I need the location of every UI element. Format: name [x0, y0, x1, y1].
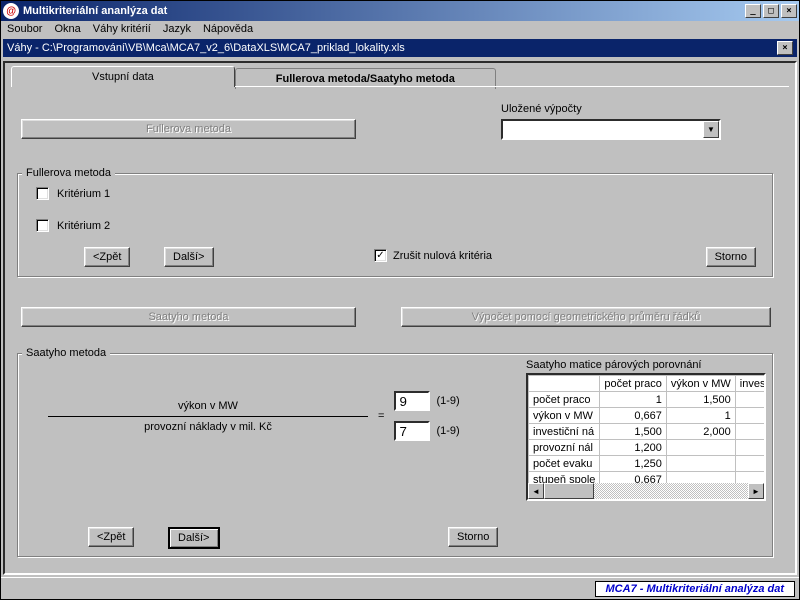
- fuller-storno-button[interactable]: Storno: [706, 247, 756, 267]
- minimize-button[interactable]: _: [745, 4, 761, 18]
- saaty-value2-input[interactable]: [394, 421, 430, 441]
- table-row: počet evaku1,250: [529, 456, 767, 472]
- matrix-label: Saatyho matice párových porovnání: [526, 359, 702, 371]
- saaty-value1-input[interactable]: [394, 391, 430, 411]
- table-row: počet praco11,5000,667: [529, 392, 767, 408]
- geom-prumer-button[interactable]: Výpočet pomocí geometrického průměru řád…: [401, 307, 771, 327]
- close-button[interactable]: ×: [781, 4, 797, 18]
- range1-label: (1-9): [436, 395, 459, 407]
- window-title: Multikriteriální ananlýza dat: [23, 5, 743, 17]
- saatyho-metoda-button[interactable]: Saatyho metoda: [21, 307, 356, 327]
- col-1: počet praco: [600, 376, 666, 392]
- maximize-button[interactable]: □: [763, 4, 779, 18]
- table-row: provozní nál1,200: [529, 440, 767, 456]
- saved-combobox[interactable]: ▼: [501, 119, 721, 140]
- tab-strip: Vstupní data Fullerova metoda/Saatyho me…: [11, 65, 789, 86]
- app-icon: @: [3, 3, 19, 19]
- saaty-denominator: provozní náklady v mil. Kč: [144, 421, 272, 433]
- scroll-left-icon[interactable]: ◄: [528, 483, 544, 499]
- table-row: investiční ná1,5002,0001: [529, 424, 767, 440]
- zrusit-nulova-checkbox[interactable]: ✓: [374, 249, 387, 262]
- zrusit-nulova-label: Zrušit nulová kritéria: [393, 250, 492, 262]
- scroll-thumb[interactable]: [544, 483, 594, 499]
- col-3: investiční n: [735, 376, 766, 392]
- saaty-fraction: výkon v MW provozní náklady v mil. Kč: [48, 400, 368, 433]
- saaty-back-button[interactable]: <Zpět: [88, 527, 134, 547]
- tab-vstupni-data[interactable]: Vstupní data: [11, 66, 235, 87]
- mdi-close-button[interactable]: ×: [777, 41, 793, 55]
- chevron-down-icon[interactable]: ▼: [703, 121, 719, 138]
- saved-label: Uložené výpočty: [501, 103, 582, 115]
- fullerova-metoda-button[interactable]: Fullerova metoda: [21, 119, 356, 139]
- client-area: Vstupní data Fullerova metoda/Saatyho me…: [3, 61, 797, 575]
- menu-soubor[interactable]: Soubor: [7, 23, 42, 35]
- mdi-child-title: Váhy - C:\Programování\VB\Mca\MCA7_v2_6\…: [7, 42, 775, 54]
- fuller-back-button[interactable]: <Zpět: [84, 247, 130, 267]
- saaty-matrix-grid[interactable]: počet praco výkon v MW investiční n poče…: [526, 373, 766, 501]
- col-blank: [529, 376, 600, 392]
- fuller-next-button[interactable]: Další>: [164, 247, 214, 267]
- menu-jazyk[interactable]: Jazyk: [163, 23, 191, 35]
- kriterium2-checkbox[interactable]: [36, 219, 49, 232]
- col-2: výkon v MW: [666, 376, 735, 392]
- saaty-numerator: výkon v MW: [178, 400, 238, 412]
- menubar: Soubor Okna Váhy kritérií Jazyk Nápověda: [1, 21, 799, 37]
- saaty-storno-button[interactable]: Storno: [448, 527, 498, 547]
- grid-scroll-horizontal[interactable]: ◄ ►: [528, 483, 764, 499]
- equals-sign: =: [378, 410, 384, 422]
- kriterium1-checkbox[interactable]: [36, 187, 49, 200]
- saaty-next-button[interactable]: Další>: [168, 527, 220, 549]
- mdi-child-titlebar: Váhy - C:\Programování\VB\Mca\MCA7_v2_6\…: [3, 39, 797, 57]
- fullerova-legend: Fullerova metoda: [22, 167, 115, 179]
- tab-body: Fullerova metoda Uložené výpočty ▼ Fulle…: [11, 86, 789, 568]
- saatyho-group: Saatyho metoda výkon v MW provozní nákla…: [17, 347, 773, 557]
- kriterium1-label: Kritérium 1: [57, 188, 110, 200]
- range2-label: (1-9): [436, 425, 459, 437]
- fullerova-group: Fullerova metoda Kritérium 1 Kritérium 2…: [17, 167, 773, 277]
- kriterium2-label: Kritérium 2: [57, 220, 110, 232]
- titlebar: @ Multikriteriální ananlýza dat _ □ ×: [1, 1, 799, 21]
- status-text: MCA7 - Multikriteriální analýza dat: [595, 581, 795, 597]
- statusbar: MCA7 - Multikriteriální analýza dat: [1, 577, 799, 599]
- scroll-right-icon[interactable]: ►: [748, 483, 764, 499]
- menu-napoveda[interactable]: Nápověda: [203, 23, 253, 35]
- table-row: výkon v MW0,66710,500: [529, 408, 767, 424]
- menu-vahy-kriterii[interactable]: Váhy kritérií: [93, 23, 151, 35]
- saatyho-legend: Saatyho metoda: [22, 347, 110, 359]
- menu-okna[interactable]: Okna: [54, 23, 80, 35]
